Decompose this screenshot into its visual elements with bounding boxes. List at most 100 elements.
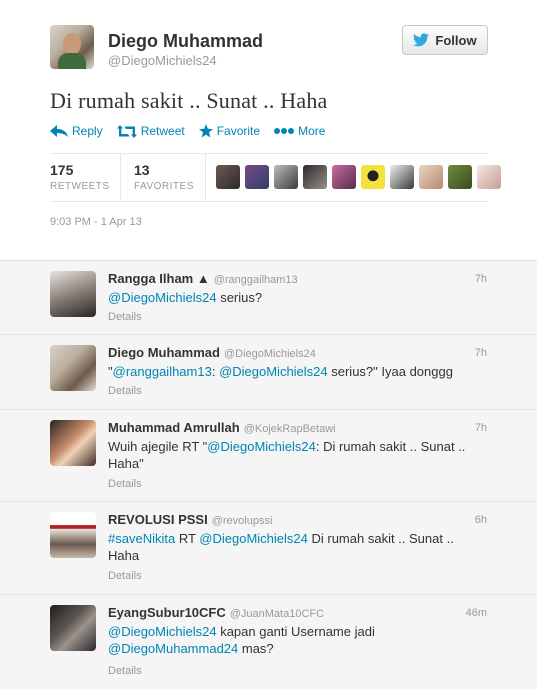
reply-handle: @ranggailham13	[213, 274, 298, 286]
retweeter-avatar[interactable]	[448, 165, 472, 189]
details-link[interactable]: Details	[108, 385, 142, 397]
avatar[interactable]	[50, 271, 96, 317]
mention-link[interactable]: @DiegoMichiels24	[199, 531, 308, 546]
reply-item[interactable]: Rangga Ilham ▲ @ranggailham13 7h @DiegoMi…	[0, 261, 537, 335]
avatar[interactable]	[50, 25, 94, 69]
mention-link[interactable]: @ranggailham13	[113, 364, 212, 379]
reply-fullname: Diego Muhammad	[108, 345, 220, 360]
reply-fullname: EyangSubur10CFC	[108, 605, 226, 620]
retweeter-avatar[interactable]	[274, 165, 298, 189]
mention-link[interactable]: @DiegoMuhammad24	[108, 641, 238, 656]
mention-link[interactable]: @DiegoMichiels24	[108, 624, 217, 639]
replies-list: Rangga Ilham ▲ @ranggailham13 7h @DiegoMi…	[0, 260, 537, 689]
reply-handle: @DiegoMichiels24	[223, 348, 316, 360]
reply-item[interactable]: REVOLUSI PSSI @revolupssi 6h #saveNikita …	[0, 502, 537, 595]
reply-icon	[50, 125, 68, 137]
reply-text-segment: mas?	[238, 641, 274, 656]
avatar[interactable]	[50, 605, 96, 651]
favorites-label: FAVORITES	[134, 181, 194, 192]
more-label: More	[298, 124, 326, 138]
retweeter-avatar[interactable]	[419, 165, 443, 189]
avatar-face	[63, 33, 81, 55]
avatar[interactable]	[50, 512, 96, 558]
twitter-bird-icon	[413, 33, 430, 47]
retweets-stat[interactable]: 175 RETWEETS	[50, 162, 110, 192]
reply-author[interactable]: EyangSubur10CFC @JuanMata10CFC	[108, 605, 324, 620]
author-username[interactable]: @DiegoMichiels24	[108, 53, 217, 68]
stats-divider	[120, 154, 121, 201]
retweeter-avatar[interactable]	[361, 165, 385, 189]
reply-text-segment: serius?	[216, 290, 263, 305]
reply-text-segment: kapan ganti Username jadi	[216, 624, 375, 639]
author-fullname[interactable]: Diego Muhammad	[108, 31, 263, 52]
reply-author[interactable]: Rangga Ilham ▲ @ranggailham13	[108, 271, 298, 286]
reply-text: Wuih ajegile RT "@DiegoMichiels24: Di ru…	[108, 438, 488, 472]
reply-item[interactable]: EyangSubur10CFC @JuanMata10CFC 46m @Diego…	[0, 595, 537, 689]
avatar[interactable]	[50, 345, 96, 391]
tweet-timestamp[interactable]: 9:03 PM - 1 Apr 13	[50, 216, 142, 228]
retweet-label: Retweet	[140, 124, 185, 138]
reply-time[interactable]: 7h	[475, 347, 487, 359]
stats-divider	[205, 154, 206, 201]
retweet-action[interactable]: Retweet	[116, 124, 185, 138]
reply-text-segment: serius?" Iyaa donggg	[327, 364, 453, 379]
reply-time[interactable]: 6h	[475, 514, 487, 526]
reply-author[interactable]: Muhammad Amrullah @KojekRapBetawi	[108, 420, 336, 435]
favorite-action[interactable]: Favorite	[198, 124, 261, 138]
retweeter-avatars	[216, 165, 501, 189]
reply-label: Reply	[72, 124, 103, 138]
reply-time[interactable]: 46m	[466, 607, 487, 619]
favorite-label: Favorite	[216, 124, 261, 138]
retweeter-avatar[interactable]	[245, 165, 269, 189]
reply-text-segment: :	[211, 364, 220, 379]
reply-time[interactable]: 7h	[475, 422, 487, 434]
more-dots-icon	[274, 128, 295, 134]
retweeter-avatar[interactable]	[477, 165, 501, 189]
reply-text: "@ranggailham13: @DiegoMichiels24 serius…	[108, 363, 488, 380]
reply-time[interactable]: 7h	[475, 273, 487, 285]
reply-item[interactable]: Diego Muhammad @DiegoMichiels24 7h "@rang…	[0, 335, 537, 410]
star-icon	[198, 124, 213, 138]
favorites-count: 13	[134, 162, 150, 178]
tweet-text: Di rumah sakit .. Sunat .. Haha	[50, 88, 328, 113]
retweets-label: RETWEETS	[50, 181, 110, 192]
reply-author[interactable]: Diego Muhammad @DiegoMichiels24	[108, 345, 316, 360]
reply-fullname: Rangga Ilham ▲	[108, 271, 210, 286]
reply-handle: @JuanMata10CFC	[229, 608, 325, 620]
details-link[interactable]: Details	[108, 570, 142, 582]
retweeter-avatar[interactable]	[303, 165, 327, 189]
mention-link[interactable]: @DiegoMichiels24	[219, 364, 328, 379]
details-link[interactable]: Details	[108, 311, 142, 323]
mention-link[interactable]: #saveNikita	[108, 531, 175, 546]
reply-fullname: REVOLUSI PSSI	[108, 512, 208, 527]
reply-text-segment: Wuih ajegile RT "	[108, 439, 208, 454]
tweet-stats: 175 RETWEETS 13 FAVORITES	[50, 153, 501, 202]
mention-link[interactable]: @DiegoMichiels24	[108, 290, 217, 305]
reply-text: @DiegoMichiels24 serius?	[108, 289, 488, 306]
more-action[interactable]: More	[274, 124, 325, 138]
avatar[interactable]	[50, 420, 96, 466]
retweet-icon	[116, 124, 137, 138]
retweets-count: 175	[50, 162, 74, 178]
favorites-stat[interactable]: 13 FAVORITES	[134, 162, 194, 192]
retweeter-avatar[interactable]	[332, 165, 356, 189]
reply-text-segment: RT	[175, 531, 200, 546]
reply-action[interactable]: Reply	[50, 124, 103, 138]
follow-label: Follow	[435, 32, 477, 48]
details-link[interactable]: Details	[108, 478, 142, 490]
details-link[interactable]: Details	[108, 665, 142, 677]
reply-item[interactable]: Muhammad Amrullah @KojekRapBetawi 7h Wuih…	[0, 410, 537, 502]
reply-fullname: Muhammad Amrullah	[108, 420, 240, 435]
avatar-body	[58, 53, 86, 69]
retweeter-avatar[interactable]	[216, 165, 240, 189]
reply-handle: @revolupssi	[211, 515, 273, 527]
tweet-actions: Reply Retweet Favorite More	[50, 124, 325, 138]
retweeter-avatar[interactable]	[390, 165, 414, 189]
reply-handle: @KojekRapBetawi	[243, 423, 336, 435]
reply-author[interactable]: REVOLUSI PSSI @revolupssi	[108, 512, 272, 527]
reply-text: #saveNikita RT @DiegoMichiels24 Di rumah…	[108, 530, 488, 564]
follow-button[interactable]: Follow	[402, 25, 488, 55]
mention-link[interactable]: @DiegoMichiels24	[207, 439, 316, 454]
main-tweet: Diego Muhammad @DiegoMichiels24 Follow D…	[0, 0, 537, 260]
reply-text: @DiegoMichiels24 kapan ganti Username ja…	[108, 623, 488, 657]
